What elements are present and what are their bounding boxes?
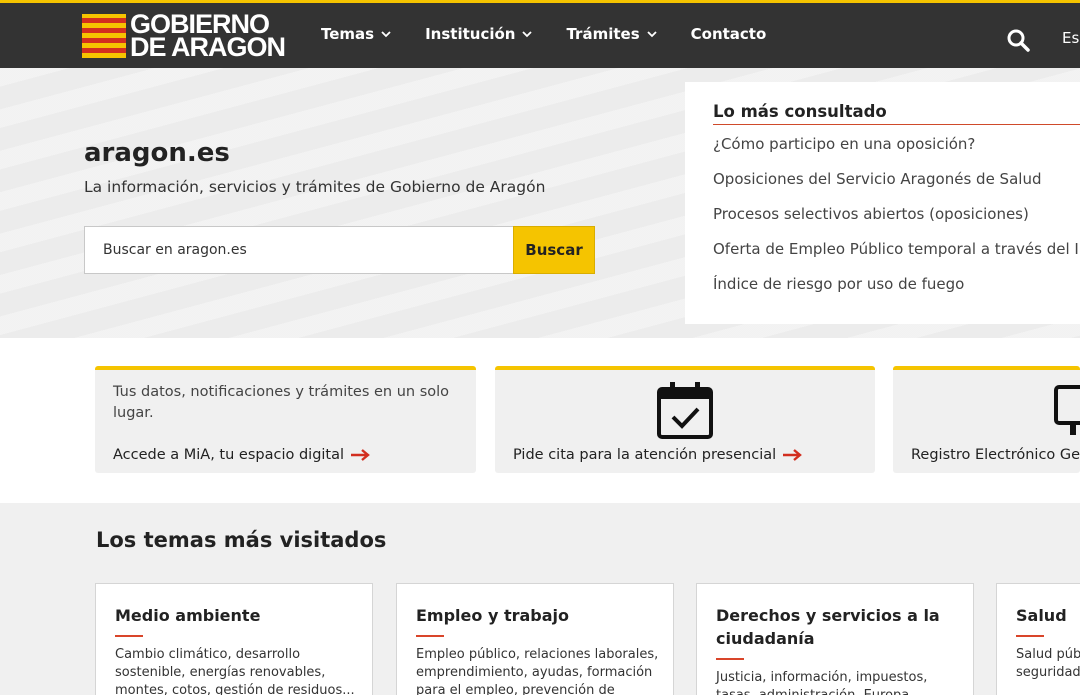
consulted-link[interactable]: Procesos selectivos abiertos (oposicione… — [713, 204, 1080, 239]
chevron-down-icon — [646, 31, 657, 38]
nav-institucion[interactable]: Institución — [425, 25, 533, 43]
gobierno-aragon-logo[interactable]: GOBIERNO DE ARAGON — [82, 11, 286, 62]
nav-tramites-label: Trámites — [566, 25, 640, 43]
topic-title: Salud — [1016, 606, 1067, 625]
topic-description: Justicia, información, impuestos, tasas,… — [716, 670, 928, 695]
arrow-right-icon — [783, 449, 803, 461]
language-selector[interactable]: Esp — [1062, 29, 1080, 47]
topic-card-salud[interactable]: Salud Salud pública, centros sanitarios,… — [996, 583, 1080, 695]
logo-text: GOBIERNO DE ARAGON — [130, 11, 286, 62]
topic-description: Cambio climático, desarrollo sostenible,… — [115, 647, 355, 695]
card-registro-link[interactable]: Registro Electrónico General — [911, 447, 1080, 463]
topic-title: Medio ambiente — [115, 606, 261, 625]
nav-contacto-label: Contacto — [690, 25, 767, 43]
divider — [416, 635, 444, 637]
card-registro[interactable]: Registro Electrónico General — [893, 366, 1080, 473]
card-mia-link[interactable]: Accede a MiA, tu espacio digital — [113, 447, 370, 463]
topic-card-empleo[interactable]: Empleo y trabajo Empleo público, relacio… — [396, 583, 674, 695]
consulted-link[interactable]: Oferta de Empleo Público temporal a trav… — [713, 239, 1080, 274]
nav-tramites[interactable]: Trámites — [566, 25, 657, 43]
card-cita[interactable]: Pide cita para la atención presencial — [495, 366, 875, 473]
search-input[interactable] — [84, 226, 514, 274]
most-consulted-title: Lo más consultado — [713, 102, 887, 121]
logo-line-2: DE ARAGON — [130, 32, 286, 62]
nav-temas[interactable]: Temas — [321, 25, 392, 43]
search-icon[interactable] — [1006, 28, 1030, 52]
card-registro-link-label: Registro Electrónico General — [911, 447, 1080, 463]
monitor-icon — [1054, 385, 1080, 435]
divider — [716, 658, 744, 660]
topic-title: Derechos y servicios a la ciudadanía — [716, 606, 940, 648]
topic-title: Empleo y trabajo — [416, 606, 570, 625]
topic-description: Salud pública, centros sanitarios, segur… — [1016, 647, 1080, 680]
consulted-link[interactable]: ¿Cómo participo en una oposición? — [713, 134, 1080, 169]
divider — [1016, 635, 1044, 637]
card-cita-link-label: Pide cita para la atención presencial — [513, 447, 777, 463]
nav-institucion-label: Institución — [425, 25, 516, 43]
most-consulted-panel: Lo más consultado ¿Cómo participo en una… — [685, 82, 1080, 324]
site-title: aragon.es — [84, 138, 230, 168]
calendar-check-icon — [657, 382, 713, 439]
card-mia-link-label: Accede a MiA, tu espacio digital — [113, 447, 345, 463]
topics-title: Los temas más visitados — [96, 528, 387, 552]
arrow-right-icon — [351, 449, 370, 461]
chevron-down-icon — [522, 31, 533, 38]
site-subtitle: La información, servicios y trámites de … — [84, 178, 546, 196]
nav-contacto[interactable]: Contacto — [691, 25, 767, 43]
nav-temas-label: Temas — [321, 25, 375, 43]
aragon-flag-icon — [82, 14, 126, 58]
top-navigation-bar: GOBIERNO DE ARAGON Temas Institución Trá… — [0, 0, 1080, 68]
card-mia[interactable]: Tus datos, notificaciones y trámites en … — [95, 366, 476, 473]
divider — [115, 635, 143, 637]
search-button[interactable]: Buscar — [513, 226, 595, 274]
most-consulted-list: ¿Cómo participo en una oposición? Oposic… — [713, 134, 1080, 309]
chevron-down-icon — [381, 31, 391, 38]
card-cita-link[interactable]: Pide cita para la atención presencial — [513, 447, 803, 463]
divider — [713, 124, 1080, 125]
main-nav: Temas Institución Trámites Contacto — [321, 25, 799, 43]
topic-description: Empleo público, relaciones laborales, em… — [416, 647, 659, 695]
topic-card-derechos[interactable]: Derechos y servicios a la ciudadanía Jus… — [696, 583, 974, 695]
consulted-link[interactable]: Índice de riesgo por uso de fuego — [713, 274, 1080, 309]
card-mia-text: Tus datos, notificaciones y trámites en … — [113, 384, 450, 421]
topic-card-medio-ambiente[interactable]: Medio ambiente Cambio climático, desarro… — [95, 583, 373, 695]
consulted-link[interactable]: Oposiciones del Servicio Aragonés de Sal… — [713, 169, 1080, 204]
